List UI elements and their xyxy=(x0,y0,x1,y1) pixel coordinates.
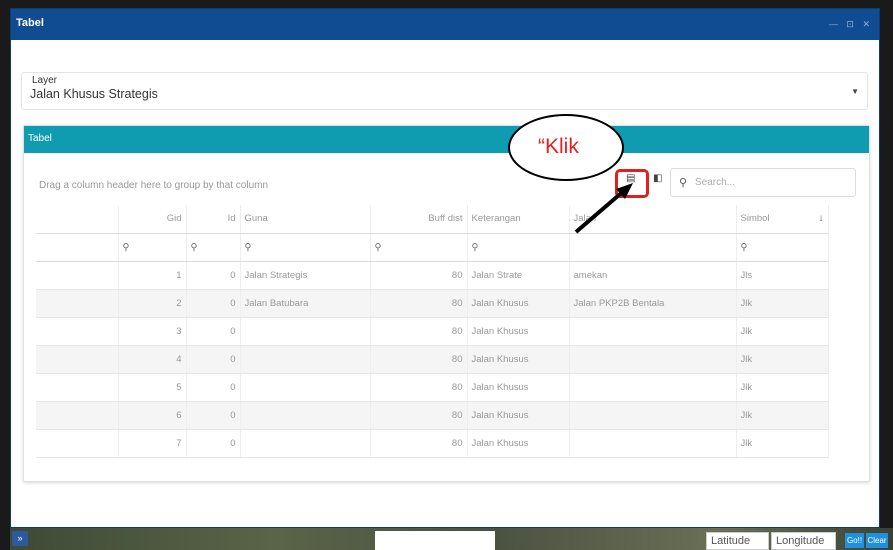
annotation-arrow xyxy=(574,183,633,234)
expand-button[interactable]: » xyxy=(12,531,28,546)
tabel-window: Tabel — ⊡ ✕ Layer Jalan Khusus Strategis… xyxy=(10,8,880,528)
map-bottom-bar: » Latitude Longitude Go!! Clear xyxy=(10,528,893,550)
go-button[interactable]: Go!! xyxy=(845,533,864,548)
annotation-bubble: “Klik xyxy=(508,114,624,181)
annotation-text: “Klik xyxy=(538,135,579,158)
map-blank-field xyxy=(375,531,495,550)
latitude-input[interactable]: Latitude xyxy=(706,532,769,550)
clear-button[interactable]: Clear xyxy=(866,533,888,548)
longitude-input[interactable]: Longitude xyxy=(771,532,836,550)
